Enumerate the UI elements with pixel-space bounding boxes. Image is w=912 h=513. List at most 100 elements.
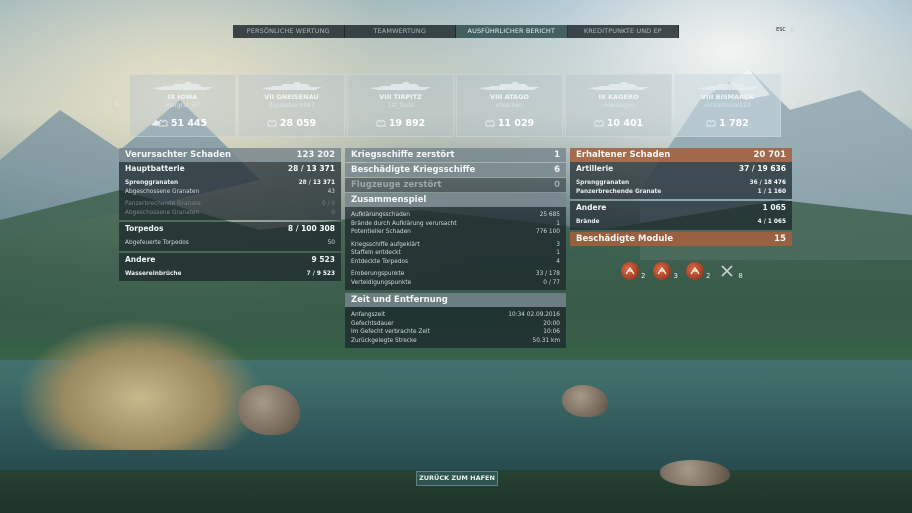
damage-received-total: 20 701 (753, 150, 786, 160)
experience-icon (485, 119, 495, 127)
player-name: chelchen (495, 102, 524, 109)
list-item: Im Gefecht verbrachte Zeit 10:06 (351, 329, 560, 335)
experience-icon (706, 119, 716, 127)
ship-silhouette-icon (152, 82, 213, 90)
list-item: Brände durch Aufklärung verursacht 1 (351, 220, 560, 227)
list-item: Abgeschossene Granaten 43 (125, 188, 335, 195)
main-battery-value: 28 / 13 371 (287, 164, 335, 173)
module-damage-count: 2 (705, 272, 711, 280)
damaged-module-item: 2 (685, 262, 711, 280)
damage-dealt-total: 123 202 (296, 150, 335, 160)
torpedoes-value: 8 / 100 308 (287, 224, 335, 233)
module-damage-count: 2 (641, 272, 646, 280)
other-received-details: Brände 4 / 1 065 (570, 215, 792, 230)
list-item: Abgefeuerte Torpedos 50 (125, 240, 335, 246)
experience-value: 51 445 (130, 118, 235, 129)
ship-name: VII GNEISENAU (264, 93, 319, 101)
damage-dealt-title: Verursachter Schaden (125, 150, 232, 160)
damage-dealt-panel: Verursachter Schaden 123 202 Hauptbatter… (119, 148, 341, 281)
damaged-modules-list: 2 3 2 8 (621, 262, 743, 280)
module-damage-count: 8 (738, 272, 743, 280)
list-item: Panzerbrechende Granate 0 / 0 (125, 201, 335, 207)
teamplay-details: Aufklärungsschaden 25 685 Brände durch Auf… (345, 207, 566, 290)
other-damage-title: Andere (125, 254, 156, 264)
artillery-details: Sprenggranaten 36 / 18 476 Panzerbrechend… (570, 176, 792, 199)
experience-value: 1 782 (675, 118, 780, 129)
damage-dealt-header: Verursachter Schaden 123 202 (119, 148, 341, 162)
background-rock (660, 460, 730, 486)
ship-silhouette-icon (370, 82, 431, 90)
ship-card[interactable]: VIII BISMARCK viceadmiral123 1 782 (674, 74, 781, 137)
ships-damaged-row: Beschädigte Kriegsschiffe 6 (345, 163, 566, 177)
player-name: 1st_Dela (387, 102, 414, 109)
back-to-port-button[interactable]: ZURÜCK ZUM HAFEN (416, 471, 498, 486)
time-distance-details: Anfangszeit 10:34 02.09.2016 Gefechtsdauer… (345, 307, 566, 348)
engine-module-icon (653, 262, 672, 280)
other-received-header: Andere 1 065 (570, 201, 792, 215)
ship-name: IX IOWA (167, 93, 198, 101)
background-rock (562, 385, 608, 417)
torpedoes-title: Torpedos (125, 224, 164, 233)
list-item: Zurückgelegte Strecke 50.31 km (351, 337, 560, 344)
list-item: Brände 4 / 1 065 (576, 219, 786, 225)
combat-summary-panel: Kriegsschiffe zerstört 1 Beschädigte Krie… (345, 148, 566, 348)
ship-silhouette-icon (697, 82, 758, 90)
chevron-right-icon[interactable]: › (791, 97, 795, 110)
ship-card[interactable]: VIII ATAGO chelchen 11 029 (456, 74, 563, 137)
ship-silhouette-icon (588, 82, 649, 90)
ship-name: VIII BISMARCK (701, 93, 754, 101)
list-item: Abgeschossene Granaten 0 (125, 209, 335, 216)
torpedoes-details: Abgefeuerte Torpedos 50 (119, 236, 341, 251)
list-item: Potentieller Schaden 776 100 (351, 229, 560, 235)
list-item: Gefechtsdauer 20:00 (351, 320, 560, 327)
list-item: Panzerbrechende Granate 1 / 1 160 (576, 188, 786, 195)
player-name: viceadmiral123 (704, 102, 751, 109)
close-icon[interactable]: × (789, 25, 796, 35)
ship-silhouette-icon (261, 82, 322, 90)
damage-received-title: Erhaltener Schaden (576, 150, 671, 160)
list-item: Kriegsschiffe aufgeklärt 3 (351, 241, 560, 248)
experience-icon (267, 119, 277, 127)
main-battery-title: Hauptbatterie (125, 164, 185, 173)
tab-personal-rating[interactable]: PERSÖNLICHE WERTUNG (233, 25, 345, 38)
list-item: Eroberungspunkte 33 / 178 (351, 271, 560, 277)
time-distance-header: Zeit und Entfernung (345, 293, 566, 307)
list-item: Verteidigungspunkte 0 / 77 (351, 279, 560, 286)
ship-name: VIII TIRPITZ (379, 93, 422, 101)
torpedo-module-icon (621, 262, 639, 280)
experience-value: 10 401 (566, 118, 671, 129)
ship-card[interactable]: IX IOWA margrat_67 51 445 (129, 74, 236, 137)
main-battery-details: Sprenggranaten 28 / 13 371 Abgeschossene … (119, 176, 341, 220)
ship-card[interactable]: VII GNEISENAU dayseeker1987 28 059 (238, 74, 345, 137)
damaged-module-item: 3 (653, 262, 678, 280)
esc-key-badge[interactable]: ESC (775, 26, 787, 34)
player-name: margrat_67 (165, 102, 200, 109)
steering-module-icon (685, 262, 704, 280)
tab-credits-xp[interactable]: KREDITPUNKTE UND EP (567, 25, 679, 38)
chevron-left-icon[interactable]: ‹ (115, 97, 119, 110)
damaged-module-item: 8 (718, 262, 743, 280)
main-battery-header: Hauptbatterie 28 / 13 371 (119, 162, 341, 176)
ship-card[interactable]: IX KAGERO nokulagoo 10 401 (565, 74, 672, 137)
player-name: nokulagoo (602, 102, 635, 109)
experience-value: 19 892 (348, 118, 453, 129)
list-item: Anfangszeit 10:34 02.09.2016 (351, 312, 560, 318)
experience-value: 11 029 (457, 118, 562, 129)
tab-team-rating[interactable]: TEAMWERTUNG (344, 25, 456, 38)
report-tabs: PERSÖNLICHE WERTUNG TEAMWERTUNG AUSFÜHRL… (233, 25, 679, 38)
other-damage-details: Wassereinbrüche 7 / 9 523 (119, 266, 341, 281)
list-item: Wassereinbrüche 7 / 9 523 (125, 270, 335, 277)
damaged-modules-header: Beschädigte Module 15 (570, 231, 792, 246)
ship-name: IX KAGERO (598, 93, 639, 101)
ship-card[interactable]: VIII TIRPITZ 1st_Dela 19 892 (347, 74, 454, 137)
tab-detailed-report[interactable]: AUSFÜHRLICHER BERICHT (456, 25, 568, 38)
teamplay-header: Zusammenspiel (345, 193, 566, 207)
player-name: dayseeker1987 (268, 102, 315, 109)
experience-icon (376, 119, 386, 127)
list-item: Staffeln entdeckt 1 (351, 250, 560, 256)
list-item: Sprenggranaten 36 / 18 476 (576, 180, 786, 186)
ship-name: VIII ATAGO (490, 93, 529, 101)
ships-destroyed-row: Kriegsschiffe zerstört 1 (345, 148, 566, 162)
experience-value: 28 059 (239, 118, 344, 129)
damage-received-header: Erhaltener Schaden 20 701 (570, 148, 792, 162)
